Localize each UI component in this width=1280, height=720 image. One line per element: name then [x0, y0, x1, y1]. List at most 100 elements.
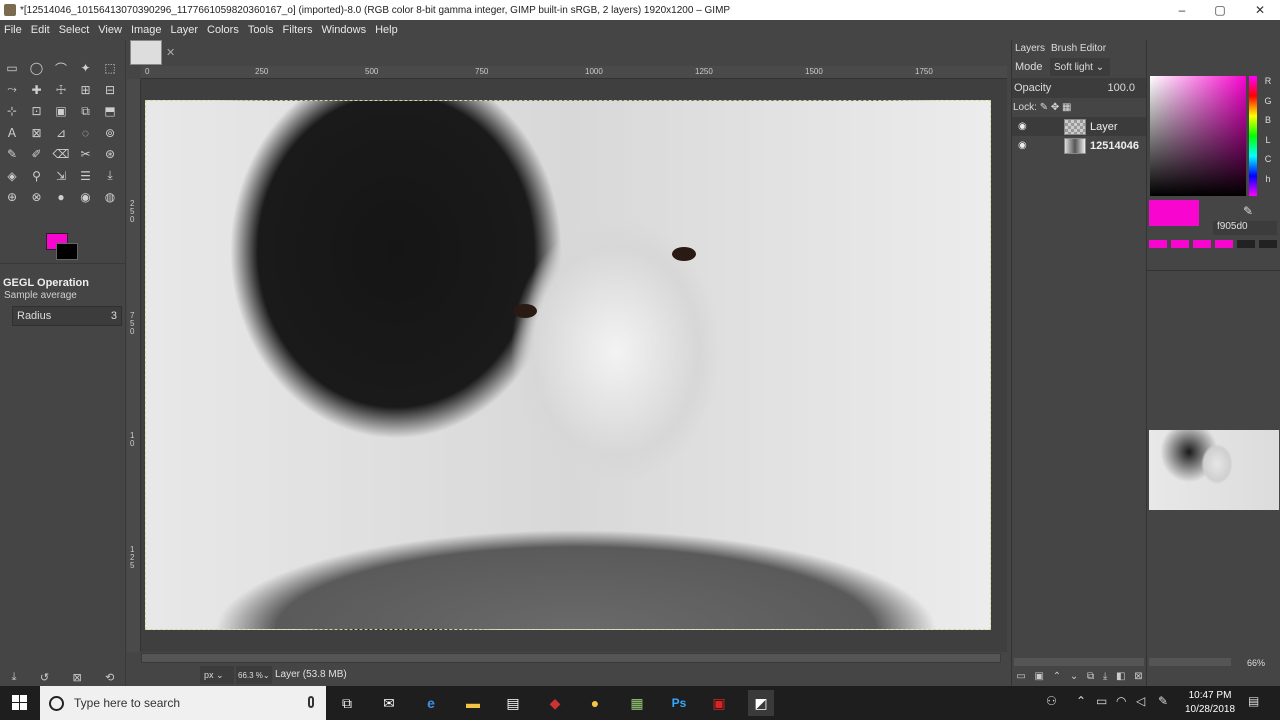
tool-icon[interactable]: ✎: [3, 145, 21, 163]
task-view-icon[interactable]: ⧉: [334, 690, 360, 716]
tool-icon[interactable]: ☰: [77, 167, 95, 185]
tool-icon[interactable]: ⌒: [52, 59, 70, 77]
tool-icon[interactable]: ⊗: [28, 188, 46, 206]
edge-browser-icon[interactable]: e: [418, 690, 444, 716]
portrait-image[interactable]: [145, 100, 991, 630]
delete-layer-icon[interactable]: ⊠: [1134, 671, 1142, 682]
tool-icon[interactable]: ⬒: [101, 102, 119, 120]
history-swatch[interactable]: [1171, 240, 1189, 248]
save-options-icon[interactable]: ⤓: [12, 671, 17, 684]
radius-spinner[interactable]: Radius 3: [12, 306, 122, 326]
tool-icon[interactable]: ◌: [77, 124, 95, 142]
lower-layer-icon[interactable]: ⌄: [1070, 671, 1078, 682]
tool-icon[interactable]: ⊹: [3, 102, 21, 120]
microphone-icon[interactable]: [308, 696, 314, 708]
photoshop-icon[interactable]: Ps: [666, 690, 692, 716]
channel-c[interactable]: C: [1260, 154, 1276, 164]
channel-g[interactable]: G: [1260, 96, 1276, 106]
sample-average-checkbox[interactable]: Sample average: [4, 290, 77, 301]
tray-chevron-icon[interactable]: ⌃: [1076, 694, 1086, 708]
tool-icon[interactable]: ⚲: [28, 167, 46, 185]
battery-icon[interactable]: ▭: [1096, 694, 1107, 708]
navigation-zoom-slider[interactable]: [1149, 658, 1231, 666]
lock-alpha-icon[interactable]: ▦: [1062, 102, 1071, 113]
close-button[interactable]: ✕: [1240, 0, 1280, 20]
tool-icon[interactable]: ✦: [77, 59, 95, 77]
hex-input[interactable]: f905d0: [1213, 221, 1277, 235]
menu-file[interactable]: File: [4, 24, 22, 36]
color-picker-icon[interactable]: ✎: [1243, 204, 1253, 218]
tool-icon[interactable]: ⤳: [3, 81, 21, 99]
chrome-icon[interactable]: ●: [582, 690, 608, 716]
raise-layer-icon[interactable]: ⌃: [1053, 671, 1061, 682]
menu-image[interactable]: Image: [131, 24, 162, 36]
zoom-select[interactable]: 66.3 % ⌄: [236, 666, 272, 684]
menu-view[interactable]: View: [98, 24, 122, 36]
menu-windows[interactable]: Windows: [321, 24, 366, 36]
hue-strip[interactable]: [1249, 76, 1257, 196]
menu-filters[interactable]: Filters: [283, 24, 313, 36]
history-swatch[interactable]: [1259, 240, 1277, 248]
menu-layer[interactable]: Layer: [171, 24, 199, 36]
tool-icon[interactable]: ☩: [52, 81, 70, 99]
maximize-button[interactable]: ▢: [1200, 0, 1240, 20]
tool-icon[interactable]: ⊕: [3, 188, 21, 206]
taskbar-clock[interactable]: 10:47 PM 10/28/2018: [1180, 689, 1240, 717]
mail-icon[interactable]: ✉: [376, 690, 402, 716]
tool-icon[interactable]: ⊠: [28, 124, 46, 142]
tool-icon[interactable]: ▣: [52, 102, 70, 120]
horizontal-scrollbar[interactable]: [141, 653, 1001, 663]
opacity-spinner[interactable]: Opacity 100.0: [1012, 78, 1147, 98]
tool-icon[interactable]: ⧉: [77, 102, 95, 120]
mask-layer-icon[interactable]: ◧: [1116, 671, 1125, 682]
layer-row[interactable]: ◉ Layer: [1012, 117, 1147, 136]
people-icon[interactable]: ⚇: [1046, 694, 1057, 708]
layers-scrollbar[interactable]: [1014, 658, 1144, 666]
tool-icon[interactable]: ●: [52, 188, 70, 206]
app-icon[interactable]: ◆: [542, 690, 568, 716]
tool-icon[interactable]: Ａ: [3, 124, 21, 142]
tab-brush-editor[interactable]: Brush Editor: [1048, 43, 1109, 54]
duplicate-layer-icon[interactable]: ⧉: [1087, 671, 1094, 682]
layer-row[interactable]: ◉ 12514046: [1012, 136, 1147, 155]
tool-icon[interactable]: ⌫: [52, 145, 70, 163]
navigation-preview[interactable]: [1149, 430, 1279, 510]
new-layer-icon[interactable]: ▣: [1035, 671, 1044, 682]
visibility-eye-icon[interactable]: ◉: [1018, 140, 1027, 151]
visibility-eye-icon[interactable]: ◉: [1018, 121, 1027, 132]
tool-icon[interactable]: ✐: [28, 145, 46, 163]
mode-select[interactable]: Soft light ⌄: [1050, 58, 1110, 76]
tool-icon[interactable]: ⬚: [101, 59, 119, 77]
tool-icon[interactable]: ◯: [28, 59, 46, 77]
tool-icon[interactable]: ⊛: [101, 145, 119, 163]
history-swatch[interactable]: [1149, 240, 1167, 248]
channel-l[interactable]: L: [1260, 135, 1276, 145]
history-swatch[interactable]: [1215, 240, 1233, 248]
tool-icon[interactable]: ✂: [77, 145, 95, 163]
menu-select[interactable]: Select: [59, 24, 90, 36]
current-color-swatch[interactable]: [1149, 200, 1199, 226]
tool-icon[interactable]: ◈: [3, 167, 21, 185]
menu-edit[interactable]: Edit: [31, 24, 50, 36]
file-explorer-icon[interactable]: ▬: [460, 690, 486, 716]
tool-icon[interactable]: ⊿: [52, 124, 70, 142]
tool-icon[interactable]: ⊚: [101, 124, 119, 142]
history-swatch[interactable]: [1193, 240, 1211, 248]
background-color-swatch[interactable]: [56, 243, 78, 260]
reset-options-icon[interactable]: ⟲: [105, 671, 114, 684]
channel-h[interactable]: h: [1260, 174, 1276, 184]
tab-layers[interactable]: Layers: [1012, 43, 1048, 54]
tool-icon[interactable]: ⊞: [77, 81, 95, 99]
merge-layer-icon[interactable]: ⤓: [1103, 671, 1107, 682]
image-canvas[interactable]: [141, 79, 1007, 652]
tool-icon[interactable]: ⊟: [101, 81, 119, 99]
new-layer-group-icon[interactable]: ▭: [1016, 671, 1025, 682]
notification-icon[interactable]: ▤: [1248, 694, 1259, 708]
delete-options-icon[interactable]: ⊠: [72, 671, 81, 684]
close-tab-icon[interactable]: ✕: [166, 46, 175, 59]
channel-b[interactable]: B: [1260, 115, 1276, 125]
image-tab-thumbnail[interactable]: [130, 40, 162, 65]
lock-pixels-icon[interactable]: ✎: [1040, 102, 1048, 113]
history-swatch[interactable]: [1237, 240, 1255, 248]
pen-icon[interactable]: ✎: [1158, 694, 1168, 708]
